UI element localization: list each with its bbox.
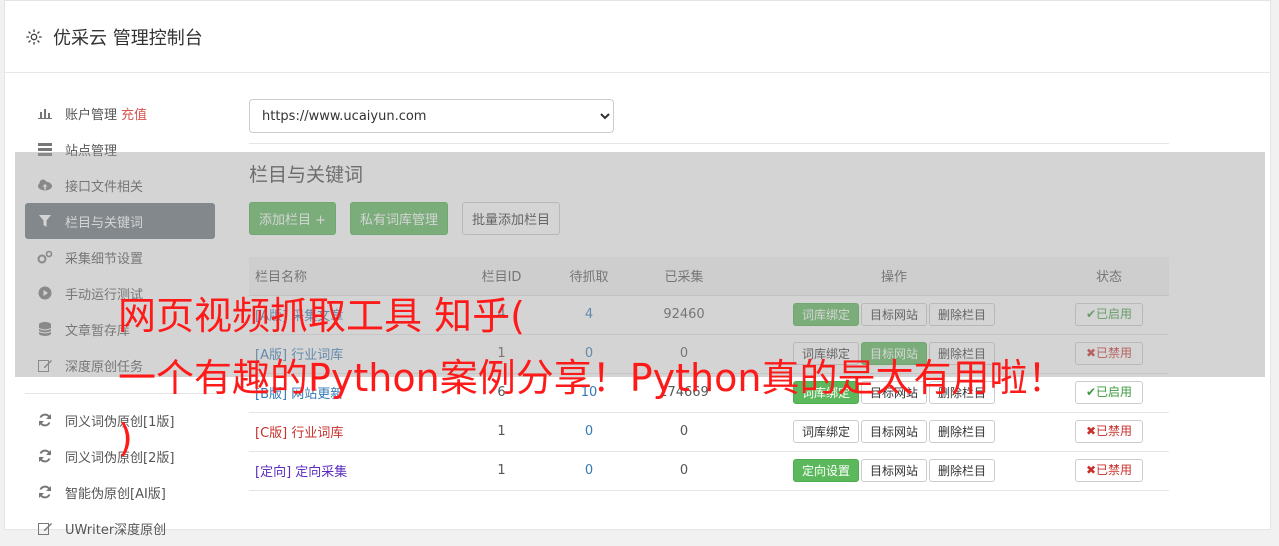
sidebar-item-uwriter[interactable]: UWriter深度原创 [25, 510, 215, 546]
divider [249, 143, 1169, 144]
sidebar-item-ai-rewrite[interactable]: 智能伪原创[AI版] [25, 474, 215, 510]
column-name[interactable]: 行业词库 [291, 426, 343, 441]
column-name[interactable]: 定向采集 [295, 465, 347, 480]
refresh-icon [37, 412, 53, 428]
collected-count: 0 [629, 451, 739, 491]
target-site-button[interactable]: 目标网站 [860, 459, 927, 482]
sidebar-item-label: 账户管理 [65, 107, 118, 123]
site-select[interactable]: https://www.ucaiyun.com [249, 99, 614, 133]
gear-icon [26, 28, 42, 45]
collected-count: 0 [629, 412, 739, 452]
watermark-line-2: 一个有趣的Python案例分享！Python真的是太有用啦！ [118, 356, 1066, 400]
status-badge[interactable]: ✖已禁用 [1074, 459, 1144, 482]
sidebar-item-account[interactable]: 账户管理 充值 [25, 95, 215, 131]
header: 优采云 管理控制台 [5, 1, 1270, 73]
column-id: 1 [454, 451, 549, 491]
delete-column-button[interactable]: 删除栏目 [929, 420, 996, 443]
refresh-icon [37, 484, 53, 500]
bar-chart-icon [37, 105, 53, 121]
refresh-icon [37, 448, 53, 464]
page-title: 优采云 管理控制台 [53, 27, 203, 49]
target-site-button[interactable]: 目标网站 [860, 420, 927, 443]
recharge-link[interactable]: 充值 [121, 104, 147, 123]
column-tag[interactable]: [C版] [255, 426, 287, 441]
table-row: [C版] 行业词库 1 0 0 词库绑定 目标网站 删除栏目 ✖已禁用 [249, 412, 1169, 452]
close-icon: ✖ [1085, 424, 1097, 438]
close-icon: ✖ [1085, 463, 1097, 477]
pending-count[interactable]: 0 [549, 412, 629, 452]
check-icon: ✔ [1085, 385, 1097, 399]
watermark-line-3: ) [118, 416, 133, 460]
status-badge[interactable]: ✖已禁用 [1074, 420, 1144, 443]
watermark-line-1: 网页视频抓取工具 知乎( [118, 294, 525, 338]
directed-settings-button[interactable]: 定向设置 [792, 459, 859, 482]
table-row: [定向] 定向采集 1 0 0 定向设置 目标网站 删除栏目 ✖已禁用 [249, 451, 1169, 491]
pending-count[interactable]: 0 [549, 451, 629, 491]
lexicon-bind-button[interactable]: 词库绑定 [792, 420, 859, 443]
delete-column-button[interactable]: 删除栏目 [929, 459, 996, 482]
sidebar-item-label: UWriter深度原创 [65, 522, 167, 538]
column-tag[interactable]: [定向] [255, 465, 291, 480]
column-id: 1 [454, 412, 549, 452]
edit-icon [37, 520, 53, 536]
status-badge[interactable]: ✔已启用 [1074, 381, 1144, 404]
sidebar-item-label: 智能伪原创[AI版] [65, 486, 166, 502]
gray-overlay [15, 152, 1265, 377]
